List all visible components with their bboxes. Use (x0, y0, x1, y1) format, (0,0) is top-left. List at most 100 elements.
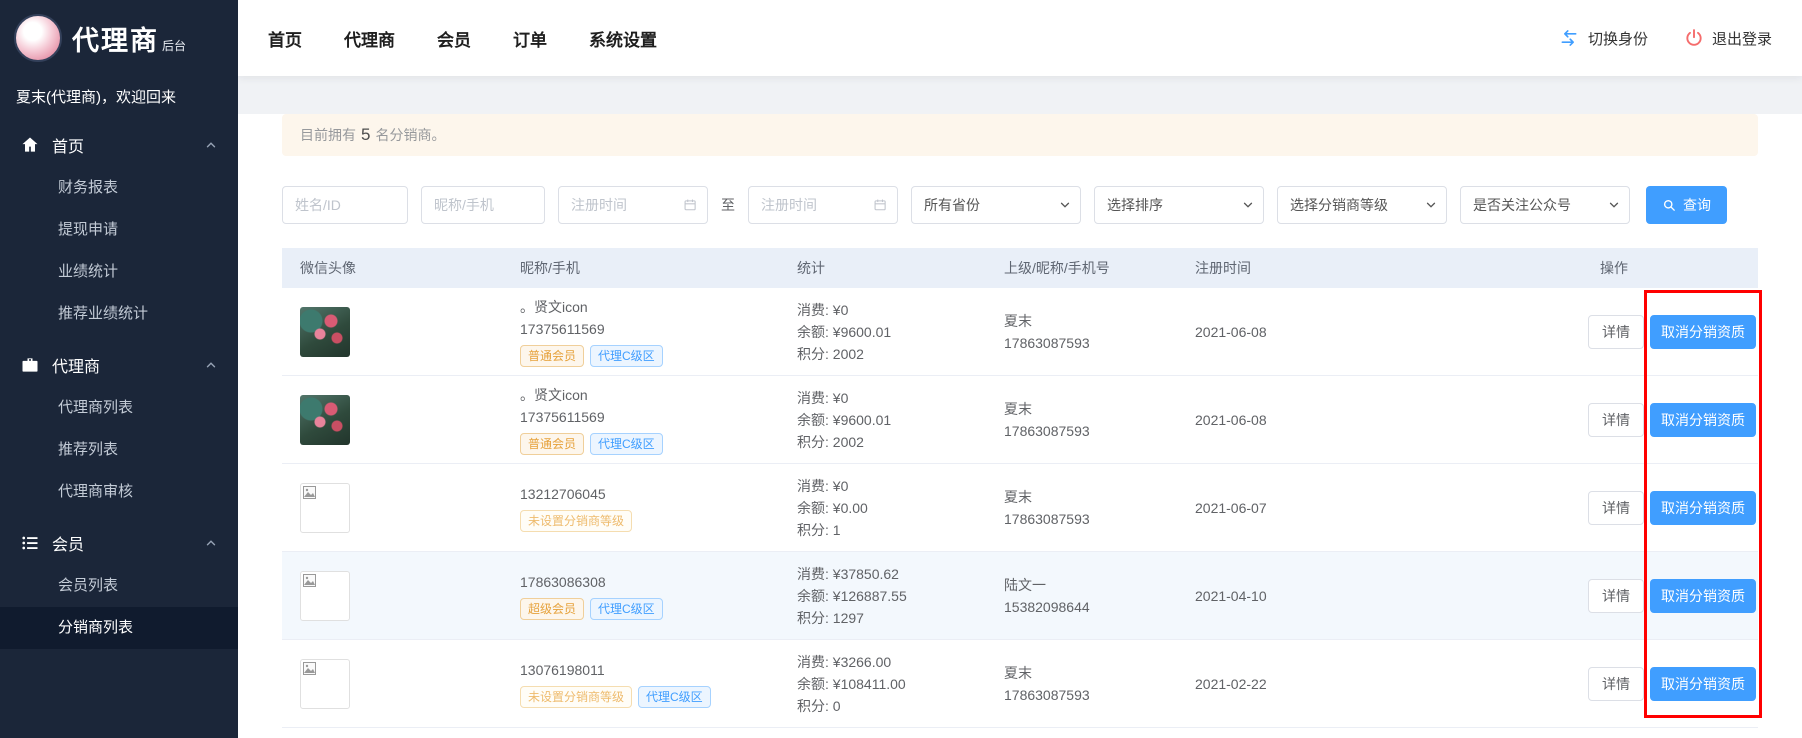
cancel-distribution-button[interactable]: 取消分销资质 (1650, 315, 1756, 349)
register-time-end-field[interactable] (748, 186, 898, 224)
nickname: 。贤文icon (520, 296, 797, 318)
main-content: 目前拥有 5 名分销商。 至 (238, 76, 1802, 738)
table-row: 。贤文icon 17375611569 普通会员 代理C级区 消费: ¥0 余额… (282, 288, 1758, 376)
reg-date: 2021-06-08 (1195, 324, 1588, 340)
detail-button[interactable]: 详情 (1588, 579, 1644, 613)
nickname: 。贤文icon (520, 384, 797, 406)
menu-group-agent: 代理商 代理商列表 推荐列表 代理商审核 (0, 343, 238, 513)
cancel-distribution-button[interactable]: 取消分销资质 (1650, 667, 1756, 701)
stat-consume: 消费: ¥0 (797, 387, 1004, 409)
cancel-distribution-button[interactable]: 取消分销资质 (1650, 579, 1756, 613)
sidebar-item-referral-list[interactable]: 推荐列表 (0, 429, 238, 471)
phone: 13076198011 (520, 659, 797, 681)
broken-image-icon (303, 574, 316, 587)
detail-button[interactable]: 详情 (1588, 403, 1644, 437)
table-header-row: 微信头像 昵称/手机 统计 上级/昵称/手机号 注册时间 操作 (282, 248, 1758, 288)
sidebar-item-performance-stats[interactable]: 业绩统计 (0, 251, 238, 293)
nav-item-order[interactable]: 订单 (513, 26, 547, 51)
brand: 代理商 后台 (0, 0, 238, 68)
distributor-level-select[interactable]: 选择分销商等级 (1277, 186, 1447, 224)
broken-image-icon (303, 662, 316, 675)
broken-image-icon (303, 486, 316, 499)
profile-avatar (14, 14, 62, 62)
official-account-selected-value: 是否关注公众号 (1473, 195, 1571, 215)
sidebar-item-agent-audit[interactable]: 代理商审核 (0, 471, 238, 513)
stat-balance: 余额: ¥0.00 (797, 497, 1004, 519)
nav-item-home[interactable]: 首页 (268, 26, 302, 51)
date-range-separator: 至 (721, 195, 735, 215)
stat-points: 积分: 1 (797, 519, 1004, 541)
province-select[interactable]: 所有省份 (911, 186, 1081, 224)
chevron-up-icon (204, 358, 218, 372)
nickname-phone-field[interactable] (421, 186, 545, 224)
chevron-down-icon (1424, 198, 1438, 212)
header-nickname-phone: 昵称/手机 (520, 258, 797, 278)
cancel-distribution-button[interactable]: 取消分销资质 (1650, 491, 1756, 525)
sidebar-item-distributor-list[interactable]: 分销商列表 (0, 607, 238, 649)
official-account-select[interactable]: 是否关注公众号 (1460, 186, 1630, 224)
sidebar-item-referral-performance[interactable]: 推荐业绩统计 (0, 293, 238, 335)
logout-label: 退出登录 (1712, 28, 1772, 49)
name-id-input[interactable] (295, 197, 397, 213)
detail-button[interactable]: 详情 (1588, 667, 1644, 701)
parent-name: 夏末 (1004, 662, 1195, 684)
sidebar-group-label: 代理商 (52, 353, 100, 377)
nav-item-system-settings[interactable]: 系统设置 (589, 26, 657, 51)
register-time-start-input[interactable] (571, 197, 683, 213)
alert-text-prefix: 目前拥有 (300, 125, 356, 145)
calendar-icon (873, 197, 887, 213)
reg-date: 2021-02-22 (1195, 676, 1588, 692)
broken-image-avatar (300, 571, 350, 621)
wechat-avatar-photo (300, 395, 350, 445)
agent-icon (20, 355, 40, 375)
switch-identity-button[interactable]: 切换身份 (1558, 28, 1648, 49)
logo-main-text: 代理商 (72, 19, 159, 58)
search-button[interactable]: 查询 (1646, 186, 1727, 224)
sort-select[interactable]: 选择排序 (1094, 186, 1264, 224)
logout-button[interactable]: 退出登录 (1684, 28, 1772, 49)
alert-text-suffix: 名分销商。 (375, 125, 445, 145)
detail-button[interactable]: 详情 (1588, 491, 1644, 525)
detail-button[interactable]: 详情 (1588, 315, 1644, 349)
register-time-start-field[interactable] (558, 186, 708, 224)
stat-balance: 余额: ¥108411.00 (797, 673, 1004, 695)
chevron-down-icon (1241, 198, 1255, 212)
cancel-distribution-button[interactable]: 取消分销资质 (1650, 403, 1756, 437)
menu-group-home: 首页 财务报表 提现申请 业绩统计 推荐业绩统计 (0, 123, 238, 335)
sidebar-item-finance-report[interactable]: 财务报表 (0, 167, 238, 209)
phone: 13212706045 (520, 483, 797, 505)
table-row: 17863086308 超级会员 代理C级区 消费: ¥37850.62 余额:… (282, 552, 1758, 640)
member-level-badge: 普通会员 (520, 433, 584, 455)
sidebar-item-agent-list[interactable]: 代理商列表 (0, 387, 238, 429)
parent-phone: 17863087593 (1004, 420, 1195, 442)
parent-name: 夏末 (1004, 398, 1195, 420)
header-reg-date: 注册时间 (1195, 258, 1588, 278)
calendar-icon (683, 197, 697, 213)
member-level-badge: 超级会员 (520, 598, 584, 620)
sidebar-item-member-list[interactable]: 会员列表 (0, 565, 238, 607)
nav-item-member[interactable]: 会员 (437, 26, 471, 51)
sidebar-item-withdraw-apply[interactable]: 提现申请 (0, 209, 238, 251)
nav-item-agent[interactable]: 代理商 (344, 26, 395, 51)
wechat-avatar-photo (300, 307, 350, 357)
agent-admin-app: 代理商 后台 夏末(代理商)，欢迎回来 首页 财务报表 提现申请 业绩统计 推荐… (0, 0, 1802, 738)
stat-consume: 消费: ¥3266.00 (797, 651, 1004, 673)
agent-area-badge: 代理C级区 (590, 598, 663, 620)
name-id-field[interactable] (282, 186, 408, 224)
sidebar-item-agent[interactable]: 代理商 (0, 343, 238, 387)
logo-sub-text: 后台 (162, 37, 186, 54)
search-button-label: 查询 (1683, 195, 1711, 215)
swap-arrows-icon (1558, 28, 1580, 48)
search-icon (1662, 198, 1677, 213)
sidebar-item-member[interactable]: 会员 (0, 521, 238, 565)
stat-consume: 消费: ¥0 (797, 299, 1004, 321)
register-time-end-input[interactable] (761, 197, 873, 213)
table-row: 13212706045 未设置分销商等级 消费: ¥0 余额: ¥0.00 积分… (282, 464, 1758, 552)
parent-name: 夏末 (1004, 486, 1195, 508)
home-icon (20, 135, 40, 155)
reg-date: 2021-04-10 (1195, 588, 1588, 604)
sidebar-item-home[interactable]: 首页 (0, 123, 238, 167)
nickname-phone-input[interactable] (434, 197, 534, 213)
header-actions: 操作 (1588, 258, 1758, 278)
distributor-table: 微信头像 昵称/手机 统计 上级/昵称/手机号 注册时间 操作 。贤文icon … (282, 248, 1758, 728)
